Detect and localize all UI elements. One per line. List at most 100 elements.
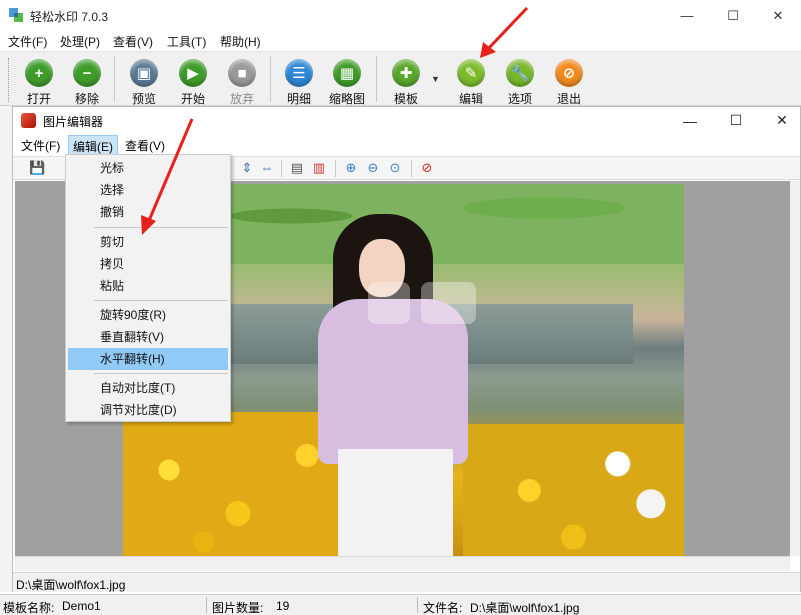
maximize-button[interactable]: ☐: [710, 0, 756, 31]
menu-help[interactable]: 帮助(H): [220, 33, 261, 50]
image-count-label: 图片数量:: [212, 601, 264, 615]
exit-label: 退出: [556, 92, 581, 106]
exit-icon: ⊘: [555, 59, 583, 87]
toolbar-grip[interactable]: [8, 58, 11, 102]
vertical-scrollbar[interactable]: [790, 181, 800, 556]
editor-maximize-button[interactable]: ☐: [713, 107, 759, 134]
file-name-value: D:\桌面\wolf\fox1.jpg: [470, 601, 580, 615]
close-icon: ✕: [772, 7, 784, 23]
start-label: 开始: [180, 92, 205, 106]
maximize-icon: ☐: [729, 112, 743, 128]
editor-file-path: D:\桌面\wolf\fox1.jpg: [16, 578, 126, 592]
open-button[interactable]: + 打开: [14, 56, 62, 106]
editor-menubar: 文件(F) 编辑(E) 查看(V): [13, 134, 800, 156]
toolbar-separator: [376, 56, 377, 102]
preview-button[interactable]: ▣ 预览: [119, 56, 167, 106]
menu-item-adjust-contrast[interactable]: 调节对比度(D): [68, 399, 228, 421]
menu-item-flip-horizontal[interactable]: 水平翻转(H): [68, 348, 228, 370]
menu-item-cursor[interactable]: 光标: [68, 157, 228, 179]
thumbnail-button[interactable]: ▦ 缩略图: [322, 56, 370, 106]
edit-icon: ✎: [457, 59, 485, 87]
menu-item-rotate-90[interactable]: 旋转90度(R): [68, 304, 228, 326]
editor-menu-file[interactable]: 文件(F): [17, 135, 64, 155]
thumbnail-icon: ▦: [333, 59, 361, 87]
status-separator: [206, 597, 207, 613]
template-icon: ✚: [392, 59, 420, 87]
edit-dropdown-menu: 光标 选择 撤销 剪切 拷贝 粘贴 旋转90度(R) 垂直翻转(V) 水平翻转(…: [65, 154, 231, 422]
minimize-icon: —: [680, 8, 694, 23]
editor-title: 图片编辑器: [43, 115, 104, 129]
menu-process[interactable]: 处理(P): [60, 33, 100, 50]
toolbar-separator: [335, 160, 336, 177]
edit-button[interactable]: ✎ 编辑: [446, 56, 494, 106]
start-button[interactable]: ▶ 开始: [168, 56, 216, 106]
details-button[interactable]: ☰ 明细: [274, 56, 322, 106]
menu-separator: [94, 227, 228, 228]
menu-item-cut[interactable]: 剪切: [68, 231, 228, 253]
close-button[interactable]: ✕: [755, 0, 801, 31]
editor-statusbar: D:\桌面\wolf\fox1.jpg: [13, 572, 800, 592]
remove-button[interactable]: − 移除: [62, 56, 110, 106]
template-label: 模板: [393, 92, 418, 106]
edit-label: 编辑: [458, 92, 483, 106]
template-dropdown-arrow-icon[interactable]: ▼: [431, 74, 440, 84]
editor-minimize-button[interactable]: —: [667, 107, 713, 134]
main-menubar: 文件(F) 处理(P) 查看(V) 工具(T) 帮助(H): [0, 31, 801, 51]
remove-label: 移除: [74, 92, 99, 106]
minimize-button[interactable]: —: [664, 0, 710, 31]
main-window-title: 轻松水印 7.0.3: [30, 10, 109, 24]
save-icon[interactable]: 💾: [29, 160, 45, 176]
cancel-icon[interactable]: ⊘: [419, 160, 435, 176]
stop-icon: ■: [228, 59, 256, 87]
status-separator: [417, 597, 418, 613]
editor-close-button[interactable]: ✕: [759, 107, 801, 134]
template-name-label: 模板名称:: [3, 601, 55, 615]
menu-separator: [94, 373, 228, 374]
toolbar-separator: [114, 56, 115, 102]
template-name-value: Demo1: [62, 599, 101, 613]
menu-tools[interactable]: 工具(T): [167, 33, 206, 50]
abort-button[interactable]: ■ 放弃: [217, 56, 265, 106]
toolbar-separator: [281, 160, 282, 177]
main-toolbar: + 打开 − 移除 ▣ 预览 ▶ 开始 ■ 放弃 ☰ 明细 ▦ 缩略图 ✚ 模板…: [0, 51, 801, 106]
crop-icon[interactable]: ▤: [289, 160, 305, 176]
menu-item-copy[interactable]: 拷贝: [68, 253, 228, 275]
flip-horizontal-icon[interactable]: ⇔: [259, 160, 275, 176]
template-button[interactable]: ✚ 模板: [381, 56, 429, 106]
menu-item-flip-vertical[interactable]: 垂直翻转(V): [68, 326, 228, 348]
maximize-icon: ☐: [727, 7, 739, 23]
photo-person-skirt: [338, 449, 453, 556]
flip-vertical-icon[interactable]: ⇕: [239, 160, 255, 176]
main-statusbar: 模板名称: Demo1 图片数量: 19 文件名: D:\桌面\wolf\fox…: [0, 594, 801, 615]
main-titlebar: 轻松水印 7.0.3 — ☐ ✕: [0, 0, 801, 31]
menu-item-undo[interactable]: 撤销: [68, 201, 228, 223]
zoom-in-icon[interactable]: ⊕: [343, 160, 359, 176]
zoom-fit-icon[interactable]: ⊙: [387, 160, 403, 176]
watermark-logo: [368, 282, 476, 324]
contrast-icon[interactable]: ▥: [311, 160, 327, 176]
exit-button[interactable]: ⊘ 退出: [544, 56, 592, 106]
preview-icon: ▣: [130, 59, 158, 87]
editor-titlebar: 图片编辑器 — ☐ ✕: [13, 107, 800, 134]
menu-item-paste[interactable]: 粘贴: [68, 275, 228, 297]
menu-item-auto-contrast[interactable]: 自动对比度(T): [68, 377, 228, 399]
zoom-out-icon[interactable]: ⊖: [365, 160, 381, 176]
options-label: 选项: [507, 92, 532, 106]
preview-label: 预览: [131, 92, 156, 106]
horizontal-scrollbar[interactable]: [15, 556, 790, 571]
app-logo-icon: [9, 8, 23, 22]
options-button[interactable]: 🔧 选项: [495, 56, 543, 106]
play-icon: ▶: [179, 59, 207, 87]
menu-separator: [94, 300, 228, 301]
toolbar-separator: [270, 56, 271, 102]
file-name-label: 文件名:: [423, 601, 463, 615]
thumbnail-label: 缩略图: [328, 92, 365, 106]
menu-file[interactable]: 文件(F): [8, 33, 47, 50]
editor-menu-view[interactable]: 查看(V): [121, 135, 169, 155]
plus-icon: +: [25, 59, 53, 87]
abort-label: 放弃: [229, 92, 254, 106]
photo-flowers-right: [463, 424, 684, 556]
editor-menu-edit[interactable]: 编辑(E): [68, 135, 118, 155]
menu-view[interactable]: 查看(V): [113, 33, 153, 50]
menu-item-select[interactable]: 选择: [68, 179, 228, 201]
